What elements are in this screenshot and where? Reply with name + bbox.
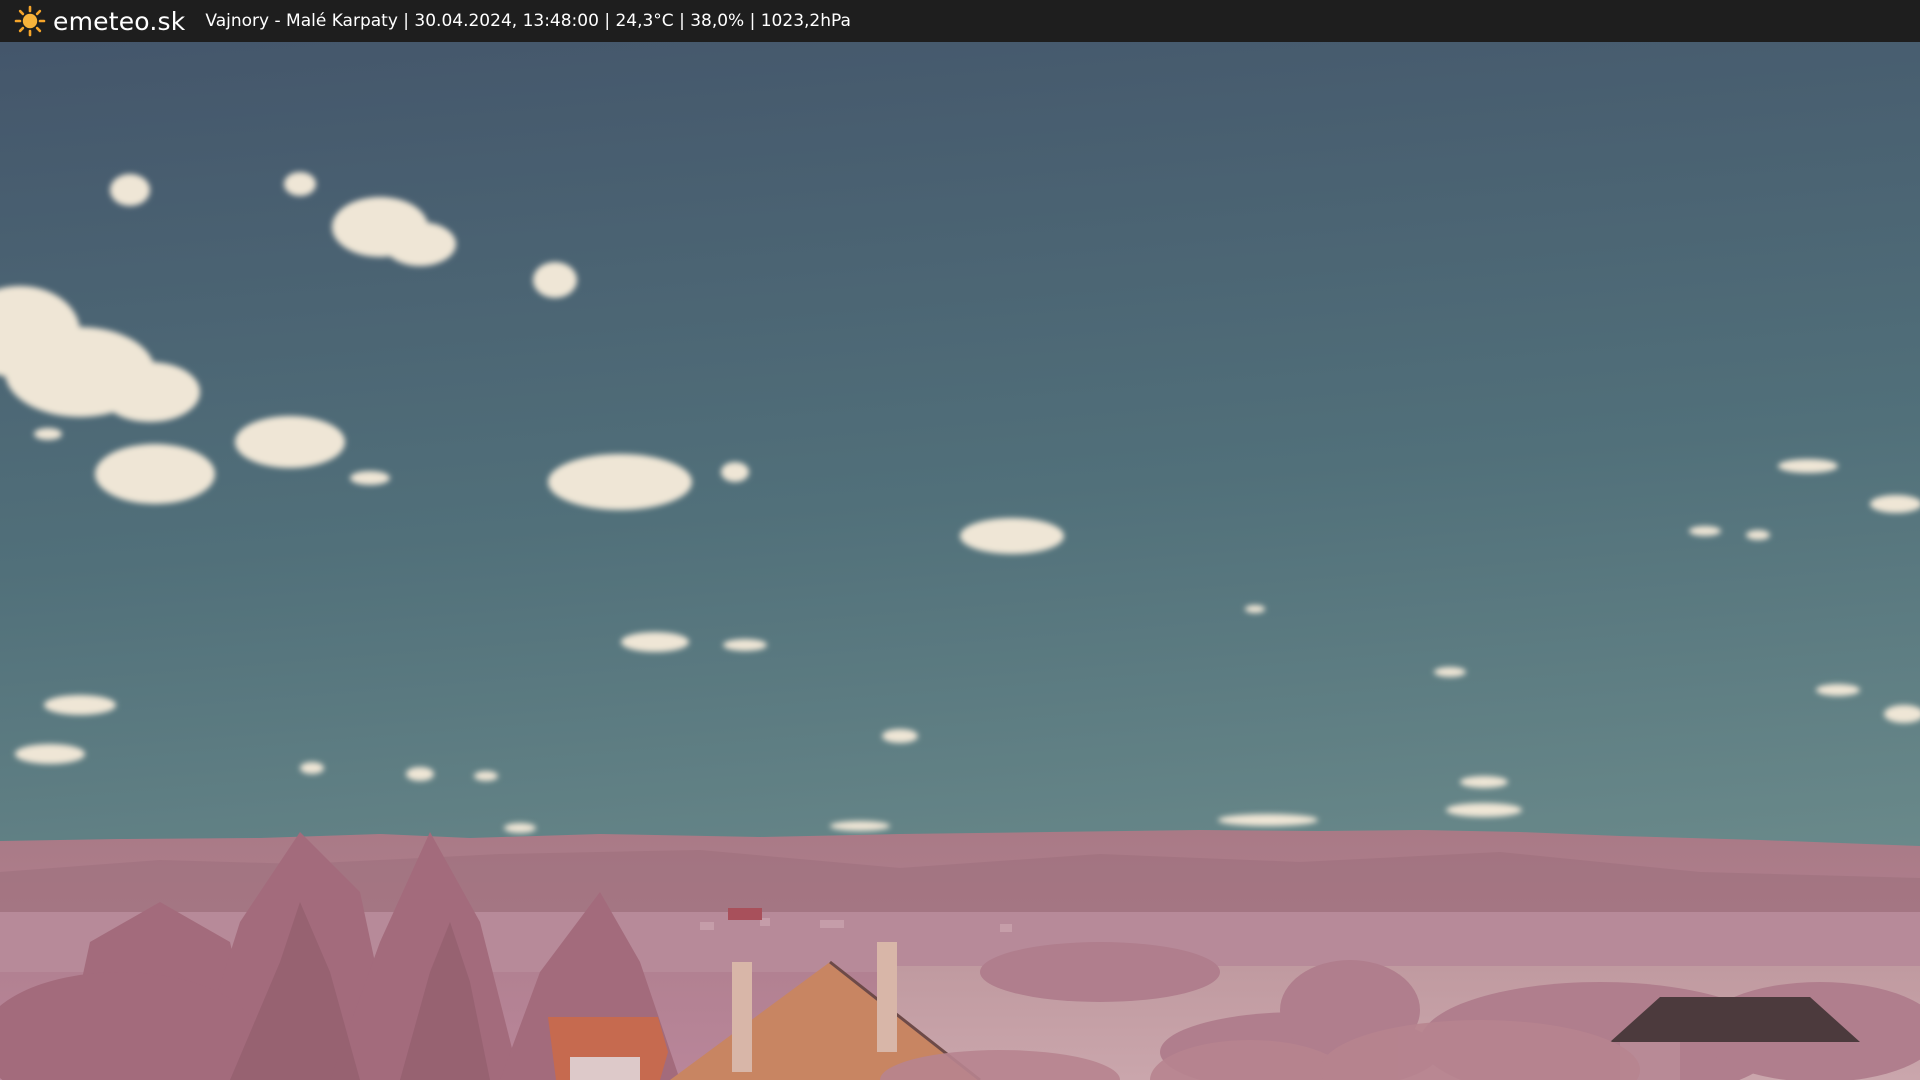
brand-name: emeteo.sk xyxy=(53,6,186,36)
webcam-frame: emeteo.sk Vajnory - Malé Karpaty | 30.04… xyxy=(0,0,1920,1080)
chimney-left xyxy=(732,962,752,1072)
chimney-right xyxy=(877,942,897,1052)
webcam-image xyxy=(0,42,1920,1080)
emeteo-logo[interactable]: emeteo.sk xyxy=(14,5,185,37)
station-caption: Vajnory - Malé Karpaty | 30.04.2024, 13:… xyxy=(205,11,851,31)
header-bar: emeteo.sk Vajnory - Malé Karpaty | 30.04… xyxy=(0,0,1920,42)
sun-icon xyxy=(14,5,46,37)
